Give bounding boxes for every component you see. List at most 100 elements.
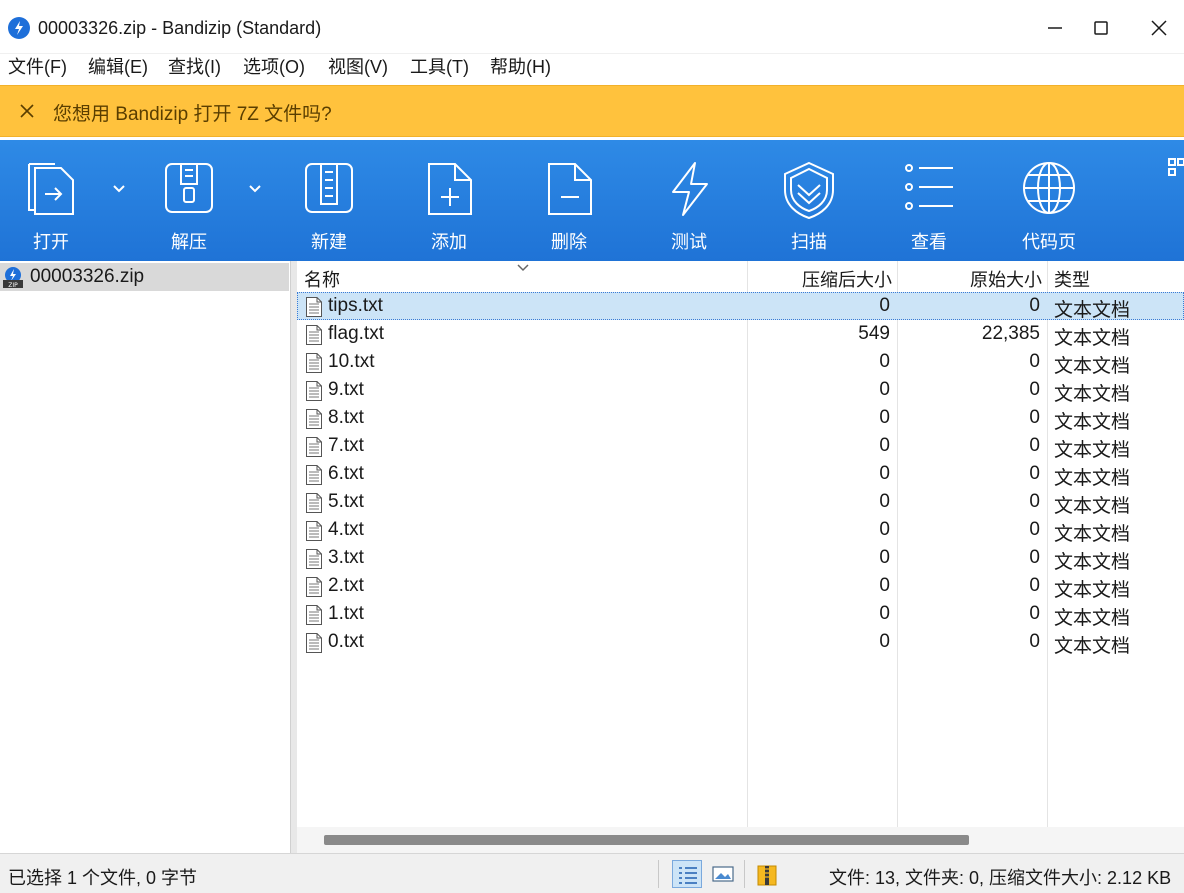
file-row[interactable]: 6.txt 0 0 文本文档 (297, 460, 1184, 491)
column-original-size[interactable]: 原始大小 (970, 266, 1042, 292)
test-button[interactable]: 测试 (639, 140, 739, 261)
file-name: 7.txt (328, 435, 364, 456)
file-row[interactable]: 5.txt 0 0 文本文档 (297, 488, 1184, 519)
archive-info-button[interactable] (752, 860, 782, 888)
file-compressed-size: 0 (879, 407, 890, 428)
list-view-icon (905, 164, 953, 210)
file-row[interactable]: flag.txt 549 22,385 文本文档 (297, 320, 1184, 349)
text-file-icon (305, 408, 323, 435)
file-original-size: 0 (1029, 575, 1040, 596)
view-label: 查看 (911, 232, 947, 252)
file-name: tips.txt (328, 295, 383, 316)
open-button[interactable]: 打开 (0, 140, 102, 261)
file-type: 文本文档 (1054, 608, 1131, 629)
text-file-icon (305, 436, 323, 463)
file-name: 5.txt (328, 491, 364, 512)
text-file-icon (305, 492, 323, 519)
menu-tools[interactable]: 工具(T) (410, 54, 469, 80)
close-button[interactable] (1134, 10, 1184, 46)
column-name[interactable]: 名称 (304, 266, 340, 292)
file-row[interactable]: 7.txt 0 0 文本文档 (297, 432, 1184, 463)
menu-bar: 文件(F) 编辑(E) 查找(I) 选项(O) 视图(V) 工具(T) 帮助(H… (0, 54, 1184, 82)
menu-edit[interactable]: 编辑(E) (88, 54, 148, 80)
lightning-icon (672, 162, 708, 216)
file-original-size: 0 (1029, 407, 1040, 428)
file-original-size: 0 (1029, 295, 1040, 316)
file-list: 名称 压缩后大小 原始大小 类型 tips.txt 0 0 文本文档 flag.txt 5… (297, 261, 1184, 853)
sort-descending-icon (517, 264, 529, 272)
thumbnail-view-button[interactable] (708, 860, 738, 888)
file-type: 文本文档 (1054, 412, 1131, 433)
status-bar: 已选择 1 个文件, 0 字节 文件: 13, 文件夹: 0, 压缩文件大小: … (0, 853, 1184, 893)
tree-item-archive[interactable]: ZIP 00003326.zip (0, 263, 289, 291)
file-row[interactable]: 1.txt 0 0 文本文档 (297, 600, 1184, 631)
menu-options[interactable]: 选项(O) (243, 54, 305, 80)
tree-item-label: 00003326.zip (30, 266, 145, 287)
add-file-icon (428, 163, 472, 215)
menu-help[interactable]: 帮助(H) (490, 54, 551, 80)
file-compressed-size: 0 (879, 351, 890, 372)
details-view-button[interactable] (672, 860, 702, 888)
file-row[interactable]: 3.txt 0 0 文本文档 (297, 544, 1184, 573)
text-file-icon (305, 352, 323, 379)
delete-file-icon (548, 163, 592, 215)
svg-text:ZIP: ZIP (8, 282, 18, 288)
file-name: 10.txt (328, 351, 375, 372)
file-name: 3.txt (328, 547, 364, 568)
text-file-icon (305, 604, 323, 631)
file-row[interactable]: 9.txt 0 0 文本文档 (297, 376, 1184, 405)
file-original-size: 22,385 (981, 323, 1040, 344)
file-row[interactable]: 2.txt 0 0 文本文档 (297, 572, 1184, 601)
more-options-icon[interactable] (1168, 158, 1184, 178)
menu-file[interactable]: 文件(F) (8, 54, 67, 80)
file-row[interactable]: 0.txt 0 0 文本文档 (297, 628, 1184, 657)
file-type: 文本文档 (1054, 356, 1131, 377)
codepage-button[interactable]: 代码页 (999, 140, 1099, 261)
extract-button[interactable]: 解压 (138, 140, 240, 261)
text-file-icon (305, 464, 323, 491)
file-row[interactable]: 4.txt 0 0 文本文档 (297, 516, 1184, 547)
text-file-icon (305, 520, 323, 547)
view-button[interactable]: 查看 (879, 140, 979, 261)
add-button[interactable]: 添加 (399, 140, 499, 261)
file-row[interactable]: tips.txt 0 0 文本文档 (297, 292, 1184, 321)
scrollbar-thumb[interactable] (324, 835, 969, 845)
file-compressed-size: 0 (879, 379, 890, 400)
file-name: 1.txt (328, 603, 364, 624)
file-original-size: 0 (1029, 435, 1040, 456)
minimize-button[interactable] (1030, 10, 1080, 46)
close-notification-icon[interactable] (18, 102, 36, 120)
status-divider (744, 860, 745, 888)
file-row[interactable]: 10.txt 0 0 文本文档 (297, 348, 1184, 379)
file-type: 文本文档 (1054, 524, 1131, 545)
file-compressed-size: 0 (879, 295, 890, 316)
new-label: 新建 (311, 232, 347, 252)
shield-icon (784, 161, 834, 220)
extract-dropdown-icon[interactable] (248, 184, 262, 194)
menu-find[interactable]: 查找(I) (168, 54, 221, 80)
file-compressed-size: 0 (879, 463, 890, 484)
menu-view[interactable]: 视图(V) (328, 54, 388, 80)
delete-button[interactable]: 删除 (519, 140, 619, 261)
new-button[interactable]: 新建 (279, 140, 379, 261)
notification-message[interactable]: 您想用 Bandizip 打开 7Z 文件吗? (53, 99, 332, 126)
details-view-icon (679, 867, 697, 884)
add-label: 添加 (431, 232, 467, 252)
horizontal-scrollbar[interactable] (297, 827, 1184, 853)
file-type: 文本文档 (1054, 440, 1131, 461)
status-divider (658, 860, 659, 888)
open-dropdown-icon[interactable] (112, 184, 126, 194)
file-compressed-size: 0 (879, 631, 890, 652)
file-original-size: 0 (1029, 379, 1040, 400)
scan-button[interactable]: 扫描 (759, 140, 859, 261)
maximize-button[interactable] (1076, 10, 1126, 46)
file-compressed-size: 0 (879, 435, 890, 456)
file-compressed-size: 0 (879, 491, 890, 512)
extract-label: 解压 (171, 232, 207, 252)
column-type[interactable]: 类型 (1054, 266, 1090, 292)
column-compressed-size[interactable]: 压缩后大小 (802, 266, 892, 292)
file-type: 文本文档 (1054, 552, 1131, 573)
file-row[interactable]: 8.txt 0 0 文本文档 (297, 404, 1184, 435)
codepage-label: 代码页 (1022, 232, 1076, 252)
bandizip-logo-icon (8, 17, 30, 39)
